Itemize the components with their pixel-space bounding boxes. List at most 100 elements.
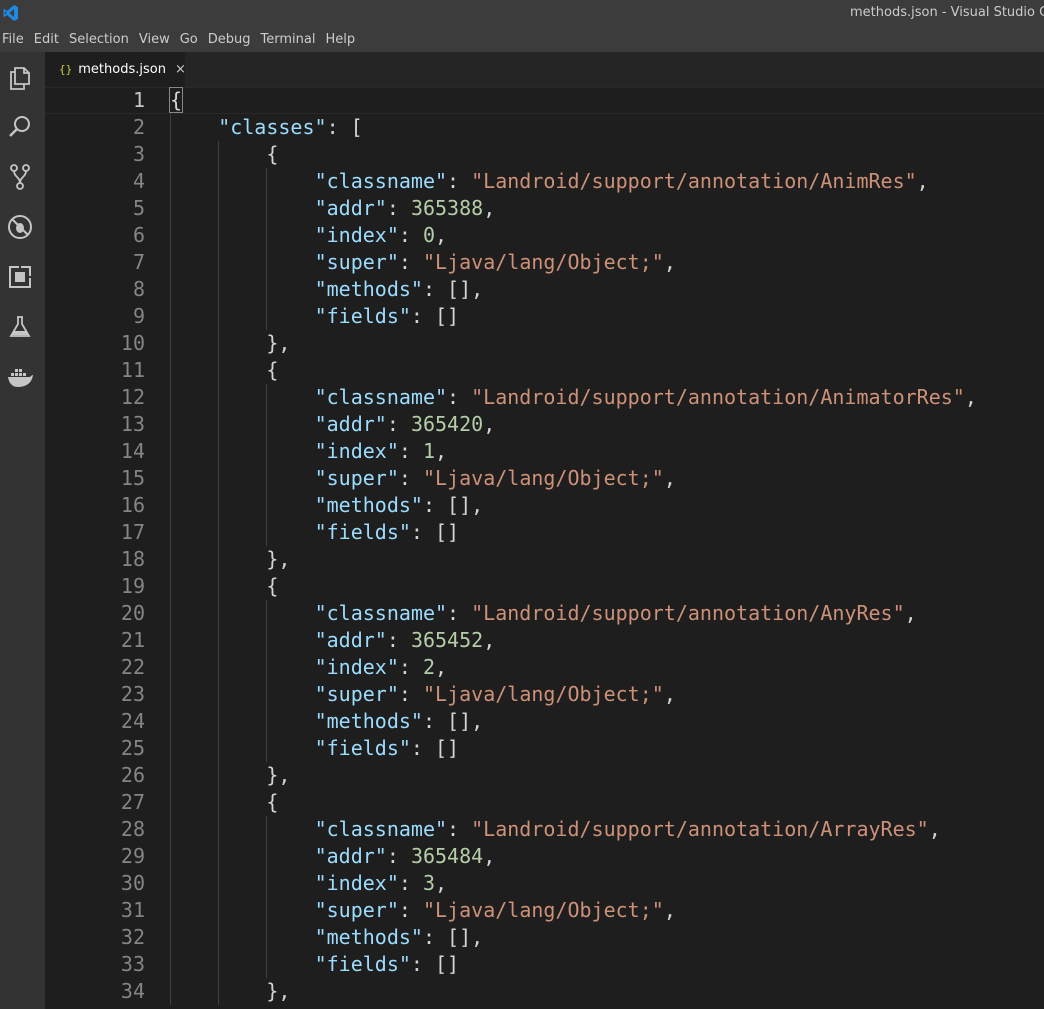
code-line[interactable]: 6 "index": 0, xyxy=(45,222,1044,249)
debug-icon[interactable] xyxy=(6,213,34,241)
extensions-icon[interactable] xyxy=(6,263,34,291)
source-control-icon[interactable] xyxy=(6,163,34,191)
code-line[interactable]: 30 "index": 3, xyxy=(45,870,1044,897)
json-punctuation: { xyxy=(266,790,279,814)
json-punctuation: : xyxy=(398,250,423,274)
code-line[interactable]: 17 "fields": [] xyxy=(45,519,1044,546)
test-flask-icon[interactable] xyxy=(6,313,34,341)
code-line[interactable]: 2 "classes": [ xyxy=(45,114,1044,141)
json-key: "methods" xyxy=(314,277,423,301)
line-number: 19 xyxy=(120,574,145,598)
json-punctuation: : [] xyxy=(410,736,460,760)
code-line[interactable]: 15 "super": "Ljava/lang/Object;", xyxy=(45,465,1044,492)
json-punctuation: : xyxy=(398,466,423,490)
code-line[interactable]: 24 "methods": [], xyxy=(45,708,1044,735)
code-text: { xyxy=(266,573,278,600)
line-number: 15 xyxy=(120,466,145,490)
code-line[interactable]: 19 { xyxy=(45,573,1044,600)
json-punctuation: , xyxy=(904,601,917,625)
tab-methods-json[interactable]: {} methods.json × xyxy=(45,52,186,87)
json-punctuation: : xyxy=(398,655,423,679)
menu-file[interactable]: File xyxy=(0,32,29,47)
code-line[interactable]: 23 "super": "Ljava/lang/Object;", xyxy=(45,681,1044,708)
code-line[interactable]: 18}, xyxy=(45,546,1044,573)
json-punctuation: : xyxy=(447,169,472,193)
code-editor[interactable]: 1{2 "classes": [3{4 "classname": "Landroid… xyxy=(45,87,1044,1009)
line-number: 4 xyxy=(132,169,145,193)
menu-selection[interactable]: Selection xyxy=(66,32,134,47)
code-line[interactable]: 31 "super": "Ljava/lang/Object;", xyxy=(45,897,1044,924)
json-punctuation: : [], xyxy=(422,925,484,949)
json-punctuation: : xyxy=(386,628,411,652)
code-text: "index": 1, xyxy=(315,438,447,465)
json-number: 2 xyxy=(422,655,436,679)
code-line[interactable]: 16 "methods": [], xyxy=(45,492,1044,519)
line-number: 30 xyxy=(120,871,145,895)
code-line[interactable]: 3{ xyxy=(45,141,1044,168)
code-line[interactable]: 33 "fields": [] xyxy=(45,951,1044,978)
code-line[interactable]: 9 "fields": [] xyxy=(45,303,1044,330)
line-number: 9 xyxy=(132,304,145,328)
line-number: 3 xyxy=(132,142,145,166)
json-key: "fields" xyxy=(314,520,411,544)
line-number: 22 xyxy=(120,655,145,679)
code-line[interactable]: 32 "methods": [], xyxy=(45,924,1044,951)
code-text: "addr": 365420, xyxy=(315,411,496,438)
code-text: "fields": [] xyxy=(315,303,460,330)
code-line[interactable]: 14 "index": 1, xyxy=(45,438,1044,465)
json-punctuation: : xyxy=(447,601,472,625)
code-text: "fields": [] xyxy=(315,735,460,762)
menu-terminal[interactable]: Terminal xyxy=(258,32,321,47)
indent-guide xyxy=(266,816,268,978)
code-line[interactable]: 22 "index": 2, xyxy=(45,654,1044,681)
json-key: "fields" xyxy=(314,304,411,328)
docker-icon[interactable] xyxy=(6,363,34,391)
menu-debug[interactable]: Debug xyxy=(205,32,256,47)
code-line[interactable]: 20 "classname": "Landroid/support/annotat… xyxy=(45,600,1044,627)
line-number: 12 xyxy=(120,385,145,409)
json-punctuation: }, xyxy=(266,979,291,1003)
json-key: "index" xyxy=(314,871,399,895)
line-number: 20 xyxy=(120,601,145,625)
json-punctuation: , xyxy=(663,250,676,274)
code-line[interactable]: 25 "fields": [] xyxy=(45,735,1044,762)
json-key: "index" xyxy=(314,439,399,463)
json-number: 365420 xyxy=(410,412,484,436)
code-text: { xyxy=(168,87,184,114)
code-line[interactable]: 1{ xyxy=(45,87,1044,114)
code-line[interactable]: 21 "addr": 365452, xyxy=(45,627,1044,654)
tab-bar: {} methods.json × xyxy=(45,52,1044,87)
json-number: 3 xyxy=(422,871,436,895)
code-line[interactable]: 11 { xyxy=(45,357,1044,384)
line-number: 31 xyxy=(120,898,145,922)
code-line[interactable]: 13 "addr": 365420, xyxy=(45,411,1044,438)
code-line[interactable]: 26}, xyxy=(45,762,1044,789)
menu-edit[interactable]: Edit xyxy=(31,32,64,47)
code-line[interactable]: 7 "super": "Ljava/lang/Object;", xyxy=(45,249,1044,276)
code-line[interactable]: 8 "methods": [], xyxy=(45,276,1044,303)
explorer-icon[interactable] xyxy=(6,64,34,92)
indent-guide xyxy=(170,114,171,1005)
code-line[interactable]: 27 { xyxy=(45,789,1044,816)
code-line[interactable]: 5 "addr": 365388, xyxy=(45,195,1044,222)
code-line[interactable]: 29 "addr": 365484, xyxy=(45,843,1044,870)
json-key: "methods" xyxy=(314,925,423,949)
code-line[interactable]: 10}, xyxy=(45,330,1044,357)
menu-help[interactable]: Help xyxy=(322,32,360,47)
menu-view[interactable]: View xyxy=(136,32,175,47)
code-line[interactable]: 28 "classname": "Landroid/support/annotat… xyxy=(45,816,1044,843)
close-icon[interactable]: × xyxy=(175,62,186,77)
json-punctuation: , xyxy=(483,844,496,868)
json-key: "classname" xyxy=(314,169,448,193)
search-icon[interactable] xyxy=(6,113,34,141)
code-text: }, xyxy=(266,762,290,789)
code-line[interactable]: 4 "classname": "Landroid/support/annotati… xyxy=(45,168,1044,195)
line-number: 17 xyxy=(120,520,145,544)
code-line[interactable]: 34}, xyxy=(45,978,1044,1005)
json-punctuation: : xyxy=(398,223,423,247)
menu-go[interactable]: Go xyxy=(177,32,203,47)
json-key: "classes" xyxy=(218,115,327,139)
json-key: "classname" xyxy=(314,601,448,625)
code-line[interactable]: 12 "classname": "Landroid/support/annotat… xyxy=(45,384,1044,411)
json-number: 365452 xyxy=(410,628,484,652)
